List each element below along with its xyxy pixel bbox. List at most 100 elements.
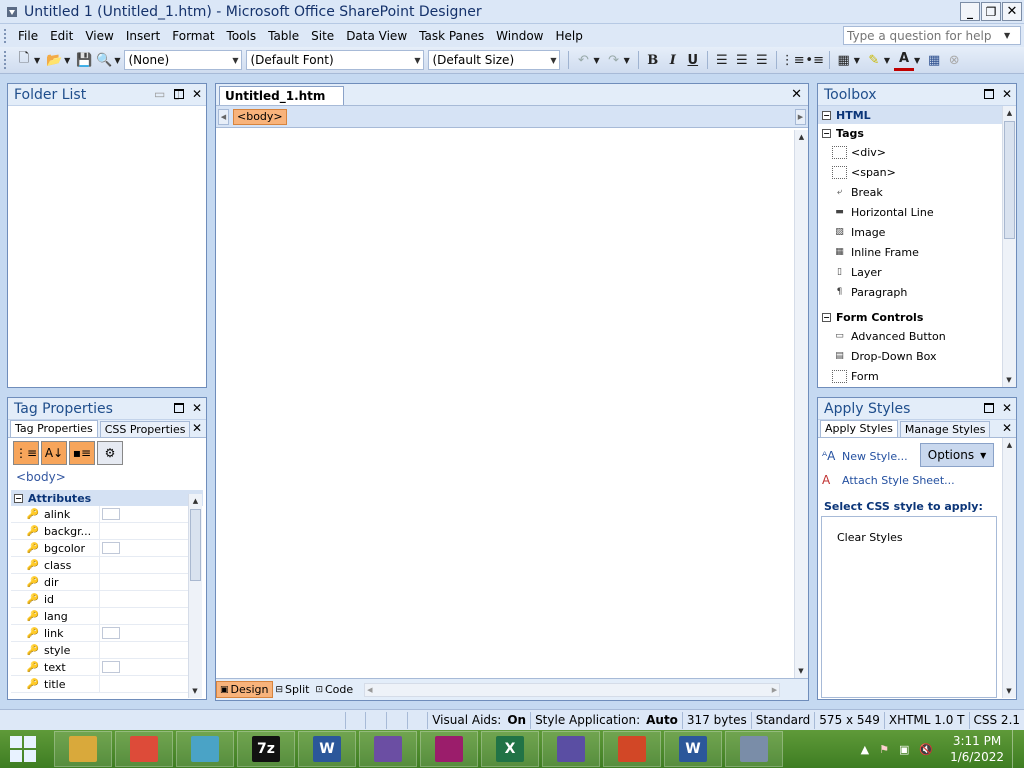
- chevron-down-icon[interactable]: ▼: [114, 56, 120, 65]
- tag-scroll-right-icon[interactable]: ▶: [795, 109, 806, 125]
- menu-file[interactable]: File: [12, 25, 44, 47]
- maximize-pane-icon[interactable]: [983, 89, 994, 99]
- taskbar-app-7zip[interactable]: 7z: [237, 731, 295, 767]
- scroll-down-icon[interactable]: ▼: [1003, 684, 1015, 698]
- attribute-value-cell[interactable]: [99, 591, 194, 607]
- css-schema-status[interactable]: CSS 2.1: [968, 711, 1024, 729]
- design-view-button[interactable]: ▣ Design: [216, 681, 273, 698]
- attribute-value-cell[interactable]: [99, 625, 194, 641]
- attribute-row[interactable]: 🔑 id: [11, 591, 194, 608]
- preview-icon[interactable]: 🔍: [94, 49, 114, 71]
- tab-apply-styles[interactable]: Apply Styles: [820, 420, 898, 437]
- toolbox-section-form-controls[interactable]: − Form Controls: [818, 308, 1002, 326]
- menu-grip[interactable]: [4, 28, 8, 43]
- doctype-status[interactable]: XHTML 1.0 T: [883, 711, 969, 729]
- menu-format[interactable]: Format: [166, 25, 220, 47]
- numbered-list-icon[interactable]: ⋮≡: [781, 49, 805, 71]
- close-tab-icon[interactable]: ✕: [1002, 421, 1012, 435]
- color-swatch[interactable]: [102, 627, 120, 639]
- tab-manage-styles[interactable]: Manage Styles: [899, 421, 991, 437]
- collapse-icon[interactable]: −: [14, 493, 23, 503]
- toolbox-item[interactable]: ▨ Image: [818, 222, 1002, 242]
- chevron-down-icon[interactable]: ▼: [624, 56, 630, 65]
- clock[interactable]: 3:11 PM 1/6/2022: [950, 733, 1004, 765]
- tag-scroll-left-icon[interactable]: ◀: [218, 108, 229, 125]
- scroll-thumb[interactable]: [190, 509, 201, 581]
- taskbar-app-chrome[interactable]: [115, 731, 173, 767]
- toolbox-section-html[interactable]: − HTML: [818, 106, 1002, 124]
- show-hidden-icons-icon[interactable]: ▲: [861, 743, 869, 756]
- attribute-value-cell[interactable]: [99, 676, 194, 692]
- minimize-button[interactable]: _: [960, 2, 980, 21]
- attribute-row[interactable]: 🔑 bgcolor: [11, 540, 194, 557]
- stop-icon[interactable]: ⊗: [944, 49, 964, 71]
- borders-icon[interactable]: ▦: [834, 49, 854, 71]
- collapse-icon[interactable]: −: [822, 128, 831, 138]
- menu-site[interactable]: Site: [305, 25, 340, 47]
- maximize-pane-icon[interactable]: [983, 403, 994, 413]
- tag-properties-tool-icon[interactable]: ⚙: [97, 441, 123, 465]
- attribute-row[interactable]: 🔑 dir: [11, 574, 194, 591]
- attribute-value-cell[interactable]: [99, 659, 194, 675]
- attribute-row[interactable]: 🔑 alink: [11, 506, 194, 523]
- scroll-up-icon[interactable]: ▲: [795, 130, 808, 144]
- scroll-down-icon[interactable]: ▼: [189, 684, 201, 698]
- chevron-down-icon[interactable]: ▼: [884, 56, 890, 65]
- close-window-button[interactable]: ✕: [1002, 2, 1022, 21]
- color-swatch[interactable]: [102, 542, 120, 554]
- close-pane-icon[interactable]: ✕: [192, 401, 202, 415]
- attach-style-sheet-link[interactable]: A Attach Style Sheet...: [822, 468, 1016, 492]
- menu-insert[interactable]: Insert: [120, 25, 166, 47]
- scroll-left-icon[interactable]: ◀: [367, 686, 372, 694]
- page-dimensions-status[interactable]: 575 x 549: [814, 711, 884, 729]
- redo-icon[interactable]: ↷: [604, 49, 624, 71]
- menu-task-panes[interactable]: Task Panes: [413, 25, 490, 47]
- scroll-up-icon[interactable]: ▲: [1003, 438, 1016, 452]
- attribute-value-cell[interactable]: [99, 608, 194, 624]
- chevron-down-icon[interactable]: ▼: [64, 56, 70, 65]
- editor-horizontal-scrollbar[interactable]: ◀ ▶: [364, 682, 781, 697]
- attribute-value-cell[interactable]: [99, 506, 194, 522]
- taskbar-app-word-doc[interactable]: W: [664, 731, 722, 767]
- maximize-pane-icon[interactable]: [173, 403, 184, 413]
- align-right-icon[interactable]: ☰: [752, 49, 772, 71]
- color-swatch[interactable]: [102, 661, 120, 673]
- editor-vertical-scrollbar[interactable]: ▲ ▼: [794, 130, 808, 678]
- tab-tag-properties[interactable]: Tag Properties: [10, 420, 98, 437]
- scroll-up-icon[interactable]: ▲: [189, 494, 202, 508]
- close-pane-icon[interactable]: ✕: [1002, 401, 1012, 415]
- attribute-row[interactable]: 🔑 style: [11, 642, 194, 659]
- close-pane-icon[interactable]: ✕: [1002, 87, 1012, 101]
- scroll-up-icon[interactable]: ▲: [1003, 106, 1016, 120]
- menu-view[interactable]: View: [79, 25, 119, 47]
- taskbar-app-file-explorer[interactable]: [54, 731, 112, 767]
- toolbox-section-tags[interactable]: − Tags: [818, 124, 1002, 142]
- toolbox-scrollbar[interactable]: ▲ ▼: [1002, 106, 1016, 387]
- taskbar-app-excel[interactable]: X: [481, 731, 539, 767]
- chevron-down-icon[interactable]: ▼: [1004, 31, 1010, 40]
- close-pane-icon[interactable]: ✕: [192, 87, 202, 101]
- toolbar-grip[interactable]: [4, 51, 8, 69]
- document-tab[interactable]: Untitled_1.htm: [219, 86, 345, 105]
- menu-data-view[interactable]: Data View: [340, 25, 413, 47]
- visual-aids-status[interactable]: Visual Aids: On: [427, 711, 530, 729]
- toolbox-item[interactable]: ⤶ Break: [818, 182, 1002, 202]
- attribute-value-cell[interactable]: [99, 574, 194, 590]
- toolbox-item[interactable]: <div>: [818, 142, 1002, 162]
- show-desktop-button[interactable]: [1012, 730, 1024, 768]
- style-select[interactable]: (None) ▼: [124, 50, 243, 70]
- scroll-down-icon[interactable]: ▼: [1003, 373, 1015, 387]
- attributes-header[interactable]: − Attributes: [11, 490, 203, 506]
- underline-button[interactable]: U: [683, 49, 703, 71]
- start-button[interactable]: [0, 730, 46, 768]
- chevron-down-icon[interactable]: ▼: [593, 56, 599, 65]
- attribute-row[interactable]: 🔑 class: [11, 557, 194, 574]
- menu-table[interactable]: Table: [262, 25, 305, 47]
- scroll-right-icon[interactable]: ▶: [772, 686, 777, 694]
- scroll-thumb[interactable]: [1004, 121, 1015, 239]
- menu-help[interactable]: Help: [549, 25, 588, 47]
- folder-icon[interactable]: ▭: [154, 87, 165, 101]
- highlight-icon[interactable]: ✎: [864, 49, 884, 71]
- save-icon[interactable]: 💾: [74, 49, 94, 71]
- taskbar-app-powerpoint[interactable]: [603, 731, 661, 767]
